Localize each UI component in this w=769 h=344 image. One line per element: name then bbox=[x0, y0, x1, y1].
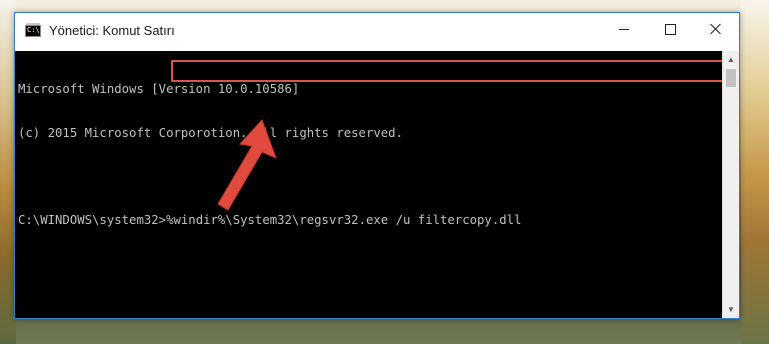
console-line: (c) 2015 Microsoft Corporotion. All righ… bbox=[18, 125, 403, 140]
command-prompt-window: Yönetici: Komut Satırı Microsoft Windows… bbox=[14, 12, 740, 319]
minimize-button[interactable] bbox=[601, 13, 647, 45]
scroll-thumb[interactable] bbox=[726, 69, 736, 87]
vertical-scrollbar[interactable]: ▲ ▼ bbox=[722, 51, 739, 318]
scroll-down-arrow-icon[interactable]: ▼ bbox=[723, 301, 739, 318]
command-highlight-box bbox=[171, 60, 724, 82]
prompt-path: C:\WINDOWS\system32> bbox=[18, 212, 167, 227]
desktop-background-right bbox=[741, 0, 769, 344]
red-arrow-icon bbox=[217, 119, 277, 211]
maximize-button[interactable] bbox=[647, 13, 693, 45]
maximize-icon bbox=[664, 23, 676, 35]
minimize-icon bbox=[619, 28, 629, 30]
scroll-up-arrow-icon[interactable]: ▲ bbox=[723, 51, 739, 68]
close-icon bbox=[710, 23, 722, 35]
prompt-line: C:\WINDOWS\system32> %windir%\System32\re… bbox=[18, 213, 723, 228]
console-line: Microsoft Windows [Version 10.0.10586] bbox=[18, 82, 300, 96]
cmd-icon bbox=[25, 23, 41, 37]
close-button[interactable] bbox=[693, 13, 739, 45]
title-bar[interactable]: Yönetici: Komut Satırı bbox=[15, 13, 739, 51]
window-title: Yönetici: Komut Satırı bbox=[49, 23, 175, 38]
console-output[interactable]: Microsoft Windows [Version 10.0.10586] (… bbox=[15, 51, 723, 318]
